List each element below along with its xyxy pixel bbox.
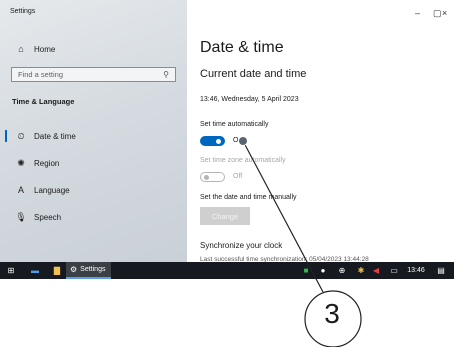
callout-dot <box>238 136 248 146</box>
callout-number: 3 <box>324 298 340 329</box>
callout-annotation <box>238 136 362 347</box>
callout-line <box>242 140 324 293</box>
